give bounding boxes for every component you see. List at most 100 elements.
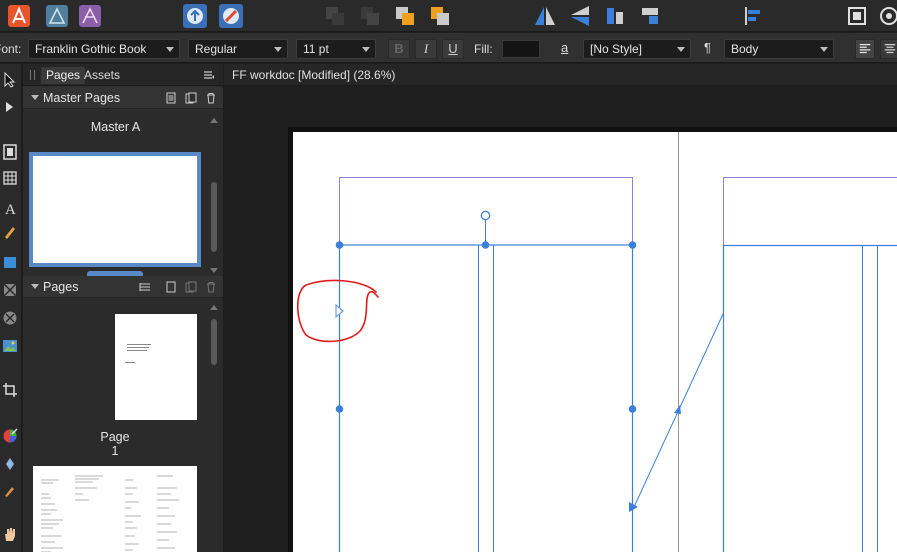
paragraph-style-icon: ¶ — [704, 40, 711, 55]
rotation-handle[interactable] — [480, 210, 491, 221]
rotate-right-icon[interactable] — [637, 3, 663, 29]
snapping-icon[interactable] — [844, 3, 870, 29]
font-size-dropdown[interactable]: 11 pt — [296, 39, 376, 59]
move-forward-one-icon[interactable] — [392, 3, 418, 29]
panel-grip-icon[interactable] — [30, 70, 35, 80]
artistic-text-tool-icon[interactable]: A — [2, 200, 18, 216]
bold-button[interactable]: B — [388, 39, 410, 59]
page-options-icon[interactable] — [139, 281, 151, 293]
tools-panel: A — [0, 64, 22, 552]
pages-scrollbar[interactable] — [210, 305, 218, 552]
tab-assets[interactable]: Assets — [79, 67, 125, 84]
scroll-up-icon[interactable] — [210, 305, 218, 310]
designer-persona-icon[interactable] — [44, 3, 70, 29]
delete-master-page-icon[interactable] — [205, 92, 217, 104]
place-image-tool-icon[interactable] — [2, 338, 18, 354]
fill-tool-icon[interactable] — [2, 254, 18, 270]
move-back-one-icon[interactable] — [357, 3, 383, 29]
picture-frame-tool-icon[interactable] — [2, 282, 18, 298]
master-pages-title: Master Pages — [43, 91, 121, 105]
align-left-button[interactable] — [855, 39, 875, 59]
selection-handle[interactable] — [335, 241, 344, 249]
alignment-icon[interactable] — [740, 3, 766, 29]
paragraph-style-dropdown[interactable]: Body — [724, 39, 834, 59]
brush-tool-icon[interactable] — [2, 482, 18, 498]
main-toolbar — [0, 0, 897, 32]
master-pages-header[interactable]: Master Pages — [23, 87, 223, 109]
context-toolbar: Font: Franklin Gothic Book Regular 11 pt… — [0, 33, 897, 63]
node-tool-icon[interactable] — [2, 100, 18, 116]
selection-handle[interactable] — [628, 241, 637, 249]
add-page-icon[interactable] — [165, 281, 177, 293]
duplicate-page-icon[interactable] — [185, 281, 197, 293]
collapse-triangle-icon[interactable] — [31, 284, 39, 289]
flip-horizontal-icon[interactable] — [532, 3, 558, 29]
ellipse-frame-tool-icon[interactable] — [2, 310, 18, 326]
master-page-options-icon[interactable] — [165, 92, 177, 104]
chevron-down-icon — [166, 47, 174, 52]
panel-menu-icon[interactable] — [203, 69, 215, 79]
master-a-thumbnail[interactable] — [29, 152, 201, 267]
transparency-tool-icon[interactable] — [2, 456, 18, 472]
selection-handle[interactable] — [335, 405, 344, 413]
page-2-thumbnail[interactable] — [33, 466, 197, 552]
color-picker-tool-icon[interactable] — [2, 428, 18, 444]
move-tool-icon[interactable] — [2, 72, 18, 88]
photo-persona-icon[interactable] — [77, 3, 103, 29]
font-size-value: 11 pt — [303, 42, 329, 56]
align-center-button[interactable] — [880, 39, 897, 59]
upload-icon[interactable] — [182, 3, 208, 29]
character-style-icon: a — [561, 40, 569, 55]
rotate-left-icon[interactable] — [602, 3, 628, 29]
pencil-tool-icon[interactable] — [2, 224, 18, 240]
collapse-triangle-icon[interactable] — [31, 95, 39, 100]
scroll-thumb[interactable] — [211, 319, 217, 365]
chevron-down-icon — [677, 47, 685, 52]
document-canvas[interactable] — [224, 87, 897, 552]
character-style-dropdown[interactable]: [No Style] — [583, 39, 691, 59]
chevron-down-icon — [820, 47, 828, 52]
fill-label: Fill: — [474, 42, 493, 56]
pages-header[interactable]: Pages — [23, 276, 223, 298]
font-style-value: Regular — [195, 42, 238, 56]
svg-text:A: A — [5, 202, 16, 216]
master-pages-scrollbar[interactable] — [210, 118, 218, 273]
page-1-thumbnail[interactable] — [115, 314, 197, 420]
add-master-page-icon[interactable] — [185, 92, 197, 104]
scroll-down-icon[interactable] — [210, 268, 218, 273]
publisher-persona-icon[interactable] — [6, 3, 32, 29]
italic-button[interactable]: I — [415, 39, 437, 59]
app-window: Font: Franklin Gothic Book Regular 11 pt… — [0, 0, 897, 552]
pages-title: Pages — [43, 280, 79, 294]
settings-icon[interactable] — [876, 3, 897, 29]
master-pages-list: Master A — [23, 110, 223, 276]
font-style-dropdown[interactable]: Regular — [188, 39, 288, 59]
document-tab[interactable]: FF workdoc [Modified] (28.6%) — [224, 64, 897, 86]
scroll-up-icon[interactable] — [210, 118, 218, 123]
flip-vertical-icon[interactable] — [567, 3, 593, 29]
table-tool-icon[interactable] — [2, 170, 18, 186]
fill-color-swatch[interactable] — [502, 40, 540, 58]
delete-page-icon[interactable] — [205, 281, 217, 293]
frame-text-tool-icon[interactable] — [2, 144, 18, 160]
canvas-drawing — [288, 127, 897, 552]
selection-handle[interactable] — [628, 405, 637, 413]
chevron-down-icon — [274, 47, 282, 52]
scroll-thumb[interactable] — [211, 182, 217, 252]
font-label: Font: — [0, 42, 22, 56]
underline-button[interactable]: U — [442, 39, 464, 59]
crop-tool-icon[interactable] — [2, 382, 18, 398]
font-family-dropdown[interactable]: Franklin Gothic Book — [28, 39, 180, 59]
assistant-icon[interactable] — [218, 3, 244, 29]
pages-list: Page 1 — [23, 299, 223, 552]
move-to-front-icon[interactable] — [427, 3, 453, 29]
paragraph-style-value: Body — [731, 42, 759, 56]
move-to-back-icon[interactable] — [322, 3, 348, 29]
pages-panel: Pages Assets Master Pages Master A Pages… — [23, 64, 223, 552]
hand-tool-icon[interactable] — [2, 526, 18, 542]
font-family-value: Franklin Gothic Book — [35, 42, 147, 56]
selection-handle[interactable] — [481, 241, 490, 249]
spread-page — [293, 132, 897, 552]
character-style-value: [No Style] — [590, 42, 643, 56]
chevron-down-icon — [362, 47, 370, 52]
